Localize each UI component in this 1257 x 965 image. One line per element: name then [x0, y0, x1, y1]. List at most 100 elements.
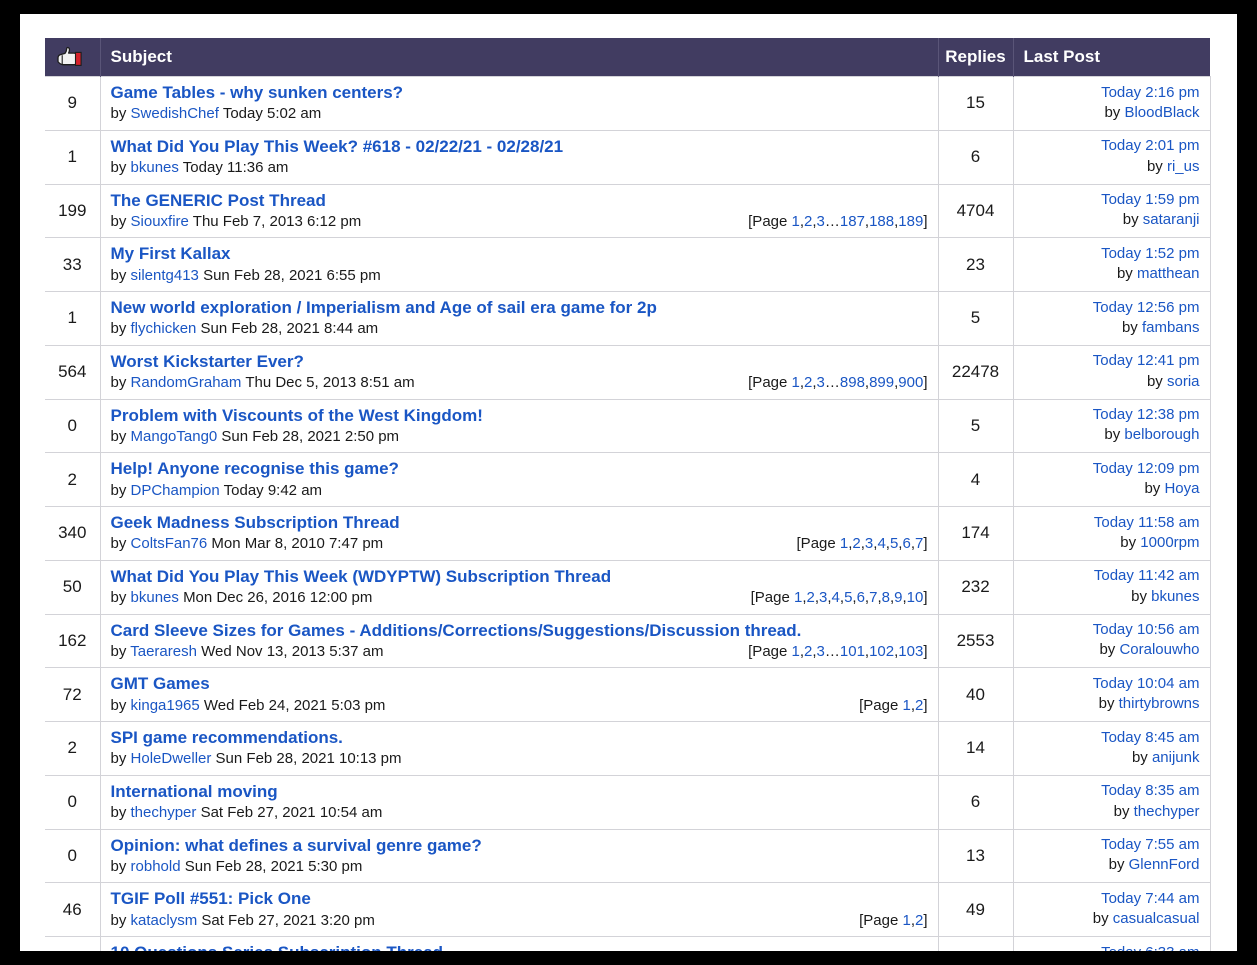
table-row[interactable]: 0 Opinion: what defines a survival genre …	[45, 829, 1211, 884]
thread-title-link[interactable]: My First Kallax	[111, 243, 928, 264]
thumbs-up-column-header[interactable]	[45, 38, 101, 77]
thread-author-link[interactable]: HoleDweller	[131, 750, 212, 767]
last-post-time-link[interactable]: Today 1:52 pm	[1024, 244, 1199, 264]
thread-author-link[interactable]: Siouxfire	[131, 213, 189, 230]
last-post-time-link[interactable]: Today 2:16 pm	[1024, 83, 1199, 103]
thread-author-link[interactable]: thechyper	[131, 804, 197, 821]
thread-title-link[interactable]: TGIF Poll #551: Pick One	[111, 888, 928, 909]
last-post-author-link[interactable]: thirtybrowns	[1119, 695, 1200, 712]
last-post-author-link[interactable]: bkunes	[1151, 588, 1199, 605]
last-post-time-link[interactable]: Today 10:56 am	[1024, 620, 1200, 640]
last-post-time-link[interactable]: Today 12:56 pm	[1024, 298, 1200, 318]
table-row[interactable]: 0 Problem with Viscounts of the West King…	[45, 399, 1211, 454]
table-row[interactable]: 7310 Questions Series Subscription Threa…	[45, 936, 1211, 951]
thread-author-link[interactable]: silentg413	[131, 267, 199, 284]
last-post-author-link[interactable]: casualcasual	[1113, 910, 1200, 927]
page-link[interactable]: 1	[792, 643, 800, 660]
thread-title-link[interactable]: Worst Kickstarter Ever?	[111, 351, 928, 372]
table-row[interactable]: 2 Help! Anyone recognise this game? by DPC…	[45, 452, 1211, 507]
last-post-time-link[interactable]: Today 11:42 am	[1024, 566, 1200, 586]
page-link[interactable]: 3	[865, 535, 873, 552]
thread-title-link[interactable]: Problem with Viscounts of the West Kingd…	[111, 405, 928, 426]
page-link[interactable]: 3	[817, 374, 825, 391]
page-link[interactable]: 188	[869, 213, 894, 230]
thread-author-link[interactable]: Taeraresh	[130, 643, 197, 660]
page-link[interactable]: 1	[792, 213, 800, 230]
thread-title-link[interactable]: GMT Games	[111, 673, 928, 694]
page-link[interactable]: 187	[840, 213, 865, 230]
thread-title-link[interactable]: SPI game recommendations.	[111, 727, 928, 748]
page-link[interactable]: 4	[877, 535, 885, 552]
table-row[interactable]: 0 International moving by thechyper Sat Fe…	[45, 775, 1211, 830]
page-link[interactable]: 2	[807, 589, 815, 606]
last-post-time-link[interactable]: Today 8:45 am	[1024, 728, 1199, 748]
last-post-author-link[interactable]: 1000rpm	[1140, 534, 1199, 551]
last-post-author-link[interactable]: BloodBlack	[1124, 104, 1199, 121]
table-row[interactable]: 2 SPI game recommendations. by HoleDweller…	[45, 721, 1211, 776]
replies-column-header[interactable]: Replies	[938, 38, 1014, 77]
last-post-time-link[interactable]: Today 8:35 am	[1024, 781, 1199, 801]
thread-title-link[interactable]: 10 Questions Series Subscription Thread.	[111, 942, 928, 951]
last-post-author-link[interactable]: sataranji	[1143, 211, 1200, 228]
thread-title-link[interactable]: The GENERIC Post Thread	[111, 190, 928, 211]
thread-title-link[interactable]: Help! Anyone recognise this game?	[111, 458, 928, 479]
table-row[interactable]: 1 What Did You Play This Week? #618 - 02/…	[45, 130, 1211, 185]
last-post-time-link[interactable]: Today 1:59 pm	[1024, 190, 1199, 210]
table-row[interactable]: 46 TGIF Poll #551: Pick One by kataclysm S…	[45, 882, 1211, 937]
table-row[interactable]: 9 Game Tables - why sunken centers? by Swe…	[45, 76, 1211, 131]
thread-author-link[interactable]: bkunes	[131, 159, 179, 176]
last-post-column-header[interactable]: Last Post	[1013, 38, 1210, 77]
thread-title-link[interactable]: Card Sleeve Sizes for Games - Additions/…	[111, 620, 928, 641]
page-link[interactable]: 6	[902, 535, 910, 552]
table-row[interactable]: 50 What Did You Play This Week (WDYPTW) S…	[45, 560, 1211, 615]
thread-author-link[interactable]: ColtsFan76	[131, 535, 208, 552]
page-link[interactable]: 6	[857, 589, 865, 606]
page-link[interactable]: 189	[898, 213, 923, 230]
page-link[interactable]: 102	[869, 643, 894, 660]
thread-title-link[interactable]: Geek Madness Subscription Thread	[111, 512, 928, 533]
last-post-time-link[interactable]: Today 7:55 am	[1024, 835, 1199, 855]
table-row[interactable]: 162 Card Sleeve Sizes for Games - Additio…	[45, 614, 1211, 669]
page-link[interactable]: 8	[882, 589, 890, 606]
last-post-author-link[interactable]: Coralouwho	[1119, 641, 1199, 658]
thread-author-link[interactable]: flychicken	[131, 320, 197, 337]
thread-author-link[interactable]: bkunes	[131, 589, 179, 606]
page-link[interactable]: 898	[840, 374, 865, 391]
page-link[interactable]: 900	[898, 374, 923, 391]
page-link[interactable]: 101	[840, 643, 865, 660]
table-row[interactable]: 33 My First Kallax by silentg413 Sun Feb 2…	[45, 237, 1211, 292]
last-post-time-link[interactable]: Today 6:33 am	[1024, 943, 1199, 951]
thread-title-link[interactable]: Opinion: what defines a survival genre g…	[111, 835, 928, 856]
last-post-author-link[interactable]: ri_us	[1167, 158, 1200, 175]
last-post-author-link[interactable]: belborough	[1124, 426, 1199, 443]
page-link[interactable]: 1	[840, 535, 848, 552]
page-link[interactable]: 1	[792, 374, 800, 391]
last-post-author-link[interactable]: soria	[1167, 373, 1200, 390]
last-post-author-link[interactable]: GlennFord	[1129, 856, 1200, 873]
table-row[interactable]: 72 GMT Games by kinga1965 Wed Feb 24, 2021…	[45, 667, 1211, 722]
thread-author-link[interactable]: SwedishChef	[131, 105, 219, 122]
page-link[interactable]: 1	[902, 697, 910, 714]
thread-author-link[interactable]: RandomGraham	[131, 374, 242, 391]
last-post-time-link[interactable]: Today 12:09 pm	[1024, 459, 1200, 479]
page-link[interactable]: 899	[869, 374, 894, 391]
page-link[interactable]: 3	[817, 643, 825, 660]
last-post-author-link[interactable]: thechyper	[1134, 803, 1200, 820]
thread-title-link[interactable]: New world exploration / Imperialism and …	[111, 297, 928, 318]
page-link[interactable]: 1	[902, 912, 910, 929]
thread-author-link[interactable]: MangoTang0	[131, 428, 218, 445]
page-link[interactable]: 10	[907, 589, 924, 606]
thread-author-link[interactable]: DPChampion	[131, 482, 220, 499]
last-post-author-link[interactable]: matthean	[1137, 265, 1200, 282]
last-post-author-link[interactable]: fambans	[1142, 319, 1200, 336]
last-post-author-link[interactable]: anijunk	[1152, 749, 1200, 766]
page-link[interactable]: 3	[817, 213, 825, 230]
thread-author-link[interactable]: kinga1965	[131, 697, 200, 714]
last-post-time-link[interactable]: Today 7:44 am	[1024, 889, 1199, 909]
thread-title-link[interactable]: Game Tables - why sunken centers?	[111, 82, 928, 103]
table-row[interactable]: 1 New world exploration / Imperialism and…	[45, 291, 1211, 346]
last-post-time-link[interactable]: Today 12:38 pm	[1024, 405, 1200, 425]
thread-author-link[interactable]: kataclysm	[131, 912, 198, 929]
thread-title-link[interactable]: International moving	[111, 781, 928, 802]
last-post-time-link[interactable]: Today 10:04 am	[1024, 674, 1200, 694]
